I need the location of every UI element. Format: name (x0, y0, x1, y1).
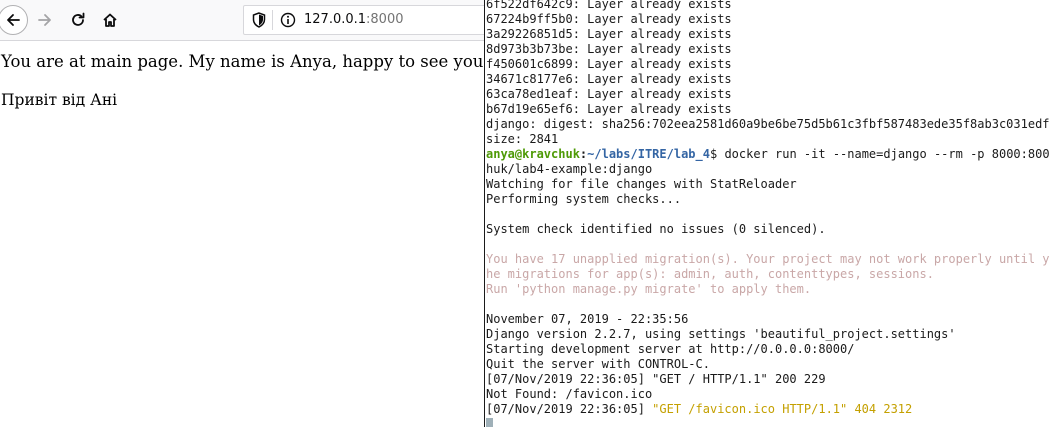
back-arrow-icon (7, 14, 20, 26)
terminal-line: Starting development server at http://0.… (486, 342, 855, 356)
terminal-last-request-line: [07/Nov/2019 22:36:05] "GET /favicon.ico… (486, 402, 1050, 417)
url-bar-separator (272, 10, 273, 30)
url-text[interactable]: 127.0.0.1:8000 (304, 12, 404, 27)
terminal-cursor (486, 418, 493, 427)
terminal-404-request: "GET /favicon.ico HTTP/1.1" 404 2312 (652, 402, 913, 416)
terminal-line: 63ca78ed1eaf: Layer already exists (486, 87, 732, 101)
greeting-text: Привіт від Ані (1, 91, 118, 109)
terminal-cursor-line (486, 417, 1050, 427)
terminal-command-wrap: huk/lab4-example:django (486, 162, 653, 176)
reload-button[interactable] (62, 4, 94, 36)
browser-toolbar: 127.0.0.1:8000 (0, 0, 485, 41)
terminal-line: 8d973b3b73be: Layer already exists (486, 42, 732, 56)
prompt-path: ~/labs/ITRE/lab_4 (587, 147, 710, 161)
info-icon[interactable] (280, 12, 296, 32)
terminal-line: Quit the server with CONTROL-C. (486, 357, 710, 371)
url-host: 127.0.0.1 (304, 12, 367, 27)
terminal-timestamp: [07/Nov/2019 22:36:05] (486, 402, 653, 416)
terminal-line: November 07, 2019 - 22:35:56 (486, 312, 689, 326)
back-button[interactable] (0, 5, 28, 35)
terminal-warning-line: he migrations for app(s): admin, auth, c… (486, 267, 934, 281)
terminal-line: size: 2841 (486, 132, 559, 146)
terminal-line: Not Found: /favicon.ico (486, 387, 653, 401)
terminal-line: 34671c8177e6: Layer already exists (486, 72, 732, 86)
browser-window: 127.0.0.1:8000 You are at main page. My … (0, 0, 485, 427)
terminal-line: f450601c6899: Layer already exists (486, 57, 732, 71)
forward-button[interactable] (29, 4, 61, 36)
terminal-line: django: digest: sha256:702eea2581d60a9be… (486, 117, 1050, 131)
home-button[interactable] (94, 4, 126, 36)
terminal-output: 6f522df642c9: Layer already exists 67224… (486, 0, 1050, 427)
terminal-window[interactable]: 6f522df642c9: Layer already exists 67224… (485, 0, 1050, 427)
terminal-warning-line: You have 17 unapplied migration(s). Your… (486, 252, 1050, 266)
main-page-text: You are at main page. My name is Anya, h… (1, 52, 485, 71)
forward-arrow-icon (38, 14, 51, 26)
terminal-command: docker run -it --name=django --rm -p 800… (717, 147, 1050, 161)
reload-icon (72, 12, 85, 26)
shield-icon[interactable] (252, 12, 266, 32)
url-bar[interactable]: 127.0.0.1:8000 (243, 5, 485, 35)
home-icon (103, 13, 117, 27)
terminal-warning-line: Run 'python manage.py migrate' to apply … (486, 282, 812, 296)
terminal-line: System check identified no issues (0 sil… (486, 222, 826, 236)
terminal-line: 6f522df642c9: Layer already exists (486, 0, 732, 11)
terminal-line: [07/Nov/2019 22:36:05] "GET / HTTP/1.1" … (486, 372, 826, 386)
terminal-line: Watching for file changes with StatReloa… (486, 177, 797, 191)
terminal-line: 3a29226851d5: Layer already exists (486, 27, 732, 41)
prompt-user: anya@kravchuk (486, 147, 580, 161)
terminal-line: b67d19e65ef6: Layer already exists (486, 102, 732, 116)
terminal-line: Performing system checks... (486, 192, 682, 206)
terminal-line: 67224b9ff5b0: Layer already exists (486, 12, 732, 26)
terminal-line: Django version 2.2.7, using settings 'be… (486, 327, 956, 341)
terminal-prompt-line: anya@kravchuk:~/labs/ITRE/lab_4$ docker … (486, 147, 1050, 162)
url-port: :8000 (366, 12, 404, 27)
